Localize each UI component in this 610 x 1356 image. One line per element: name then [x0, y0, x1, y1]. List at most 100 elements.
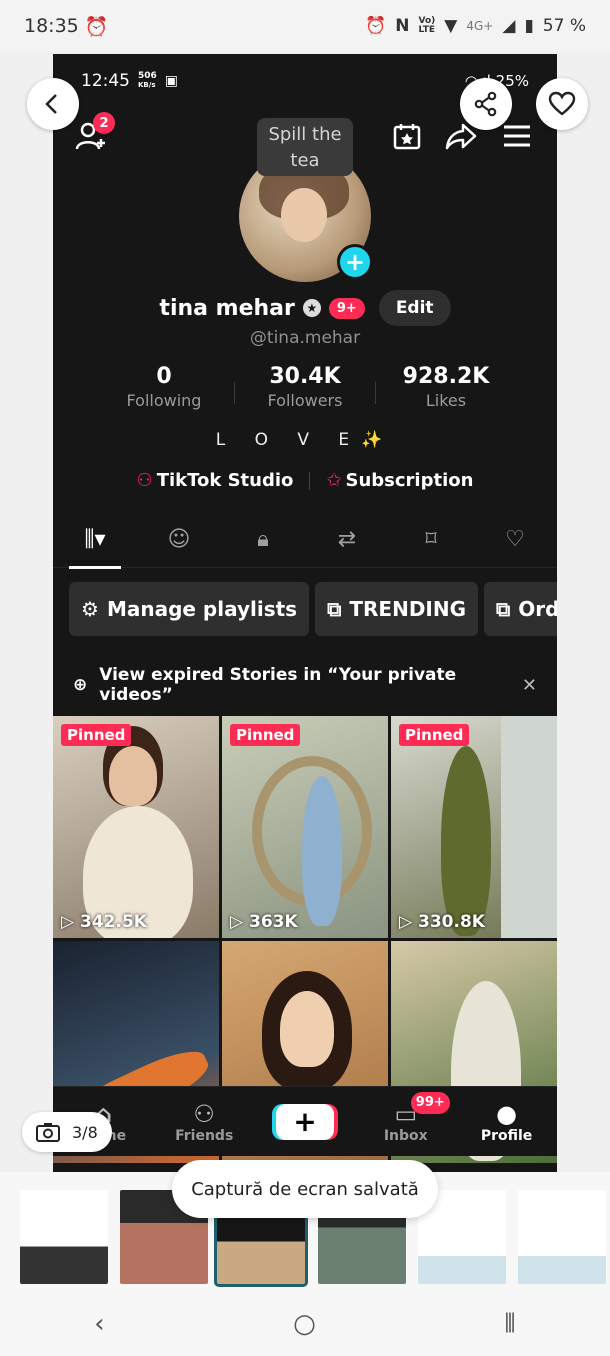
videos-grid-icon: ⫼▾ [84, 526, 106, 552]
notification-badge[interactable]: 9+ [328, 297, 365, 319]
recents-nav-icon[interactable]: ⦀ [504, 1309, 515, 1340]
stat-value: 30.4K [269, 364, 341, 389]
subscription-icon: ✩ [326, 470, 342, 491]
alarm-clock-icon: ⏰ [365, 16, 387, 36]
battery-icon: ▮ [524, 16, 534, 36]
tab-stickers[interactable]: ☺ [149, 520, 209, 568]
video-thumbnail[interactable]: Pinned ▷ 342.5K [53, 716, 219, 938]
profile-handle: @tina.mehar [249, 328, 361, 348]
inbox-badge: 99+ [410, 1091, 450, 1114]
stat-followers[interactable]: 30.4K Followers [235, 364, 375, 410]
pill-label: TRENDING [349, 597, 467, 621]
view-count-value: 330.8K [418, 912, 485, 932]
subscription-label: Subscription [345, 470, 474, 491]
video-thumbnail[interactable]: Pinned ▷ 363K [222, 716, 388, 938]
subscription-link[interactable]: ✩ Subscription [326, 470, 473, 491]
share-icon [474, 91, 497, 117]
video-thumbnail[interactable]: Pinned ▷ 330.8K [391, 716, 557, 938]
stat-label: Followers [267, 391, 343, 410]
tab-private[interactable]: 🔒︎ [233, 520, 293, 568]
home-nav-icon[interactable]: ○ [293, 1309, 316, 1339]
bottom-navigation: ⌂ Home ⚇ Friends + ▭ 99+ Inbox ● Profile [53, 1086, 557, 1156]
tab-liked[interactable]: ♡ [485, 520, 545, 568]
tab-videos[interactable]: ⫼▾ [65, 520, 125, 569]
tiktok-studio-link[interactable]: ⚇ TikTok Studio [137, 470, 294, 491]
playlist-pills: ⚙ Manage playlists ⧉ TRENDING ⧉ Ord [69, 582, 557, 636]
thumbnail-figure [302, 776, 342, 926]
back-button[interactable] [27, 78, 79, 130]
nav-profile[interactable]: ● Profile [462, 1100, 552, 1144]
repost-icon: ⇄ [337, 526, 357, 552]
screenshot-image[interactable]: 12:45 506KB/s ▣ ◠ ıl 25% 2 [53, 54, 557, 1172]
status-time: 18:35 [24, 15, 79, 37]
network-type: 4G+ [466, 19, 494, 33]
thumbnail-6[interactable] [518, 1190, 606, 1284]
alarm-icon: ⏰ [84, 15, 109, 38]
star-badge-icon: ★ [302, 299, 321, 317]
signal-icon: ◢ [502, 16, 516, 36]
pinned-badge: Pinned [61, 724, 132, 746]
link-divider [309, 471, 311, 490]
nav-label: Profile [480, 1127, 533, 1144]
view-count-value: 342.5K [80, 912, 147, 932]
profile-links: ⚇ TikTok Studio ✩ Subscription [53, 470, 557, 491]
system-navigation-bar: ‹ ○ ⦀ [0, 1292, 610, 1356]
avatar-face-shape [281, 188, 327, 242]
stat-label: Following [126, 391, 202, 410]
camera-icon [36, 1123, 60, 1142]
playlist-icon: ⧉ [327, 597, 342, 621]
thumbnail-figure [441, 746, 491, 936]
studio-icon: ⚇ [136, 470, 153, 491]
friends-icon: ⚇ [193, 1099, 215, 1128]
pill-label: Ord [518, 597, 557, 621]
edit-profile-button[interactable]: Edit [378, 290, 451, 326]
nav-inbox[interactable]: ▭ 99+ Inbox [361, 1091, 451, 1144]
nav-label: Friends [175, 1127, 234, 1144]
view-count: ▷ 330.8K [399, 912, 485, 932]
manage-playlists-button[interactable]: ⚙ Manage playlists [69, 582, 310, 636]
thumbnail-1[interactable] [20, 1190, 108, 1284]
inner-time: 12:45 [81, 71, 130, 91]
add-friends-button[interactable]: 2 [73, 112, 115, 154]
stories-notice-text: View expired Stories in “Your private vi… [99, 665, 457, 705]
calendar-star-icon [393, 124, 421, 150]
menu-button[interactable] [499, 118, 535, 154]
tab-reposts[interactable]: ⇄ [317, 520, 377, 568]
playlist-trending[interactable]: ⧉ TRENDING [315, 582, 479, 636]
pinned-badge: Pinned [399, 724, 470, 746]
wifi-icon: ▼ [444, 16, 458, 36]
lock-icon: 🔒︎ [257, 526, 269, 552]
playlist-ord[interactable]: ⧉ Ord [484, 582, 557, 636]
favorite-button[interactable] [536, 78, 588, 130]
stat-likes[interactable]: 928.2K Likes [376, 364, 516, 410]
add-circle-icon: ⊕ [73, 675, 88, 695]
thumbnail-face [109, 746, 157, 806]
profile-name: tina mehar [159, 295, 295, 321]
tiktok-studio-label: TikTok Studio [156, 470, 294, 491]
add-story-plus-icon[interactable]: + [337, 244, 373, 280]
share-button[interactable] [460, 78, 512, 130]
inner-speed-unit: KB/s [138, 81, 156, 89]
heart-outline-icon [548, 91, 576, 116]
nav-label: Inbox [383, 1127, 428, 1144]
back-nav-icon[interactable]: ‹ [94, 1309, 104, 1339]
tab-favorites[interactable]: ⌑ [401, 520, 461, 568]
image-counter[interactable]: 3/8 [22, 1112, 112, 1152]
battery-percent: 57 % [542, 16, 586, 36]
expired-stories-notice[interactable]: ⊕ View expired Stories in “Your private … [53, 664, 557, 706]
chevron-left-icon [45, 94, 57, 114]
nfc-icon: N [395, 16, 410, 36]
nav-friends[interactable]: ⚇ Friends [159, 1100, 249, 1144]
spill-the-tea-bubble[interactable]: Spill the tea [257, 118, 353, 176]
nav-create[interactable]: + [260, 1103, 350, 1140]
status-right-group: ⏰ N Vo) LTE ▼ 4G+ ◢ ▮ 57 % [365, 16, 586, 36]
close-icon[interactable]: ✕ [522, 675, 537, 696]
heart-icon: ♡ [505, 526, 525, 552]
profile-tabs: ⫼▾ ☺ 🔒︎ ⇄ ⌑ ♡ [53, 520, 557, 569]
stat-value: 0 [156, 364, 172, 389]
view-count: ▷ 342.5K [61, 912, 147, 932]
calendar-button[interactable] [389, 118, 425, 154]
screenshot-saved-toast: Captură de ecran salvată [172, 1160, 438, 1218]
stat-following[interactable]: 0 Following [94, 364, 234, 410]
pill-label: Manage playlists [106, 597, 298, 621]
